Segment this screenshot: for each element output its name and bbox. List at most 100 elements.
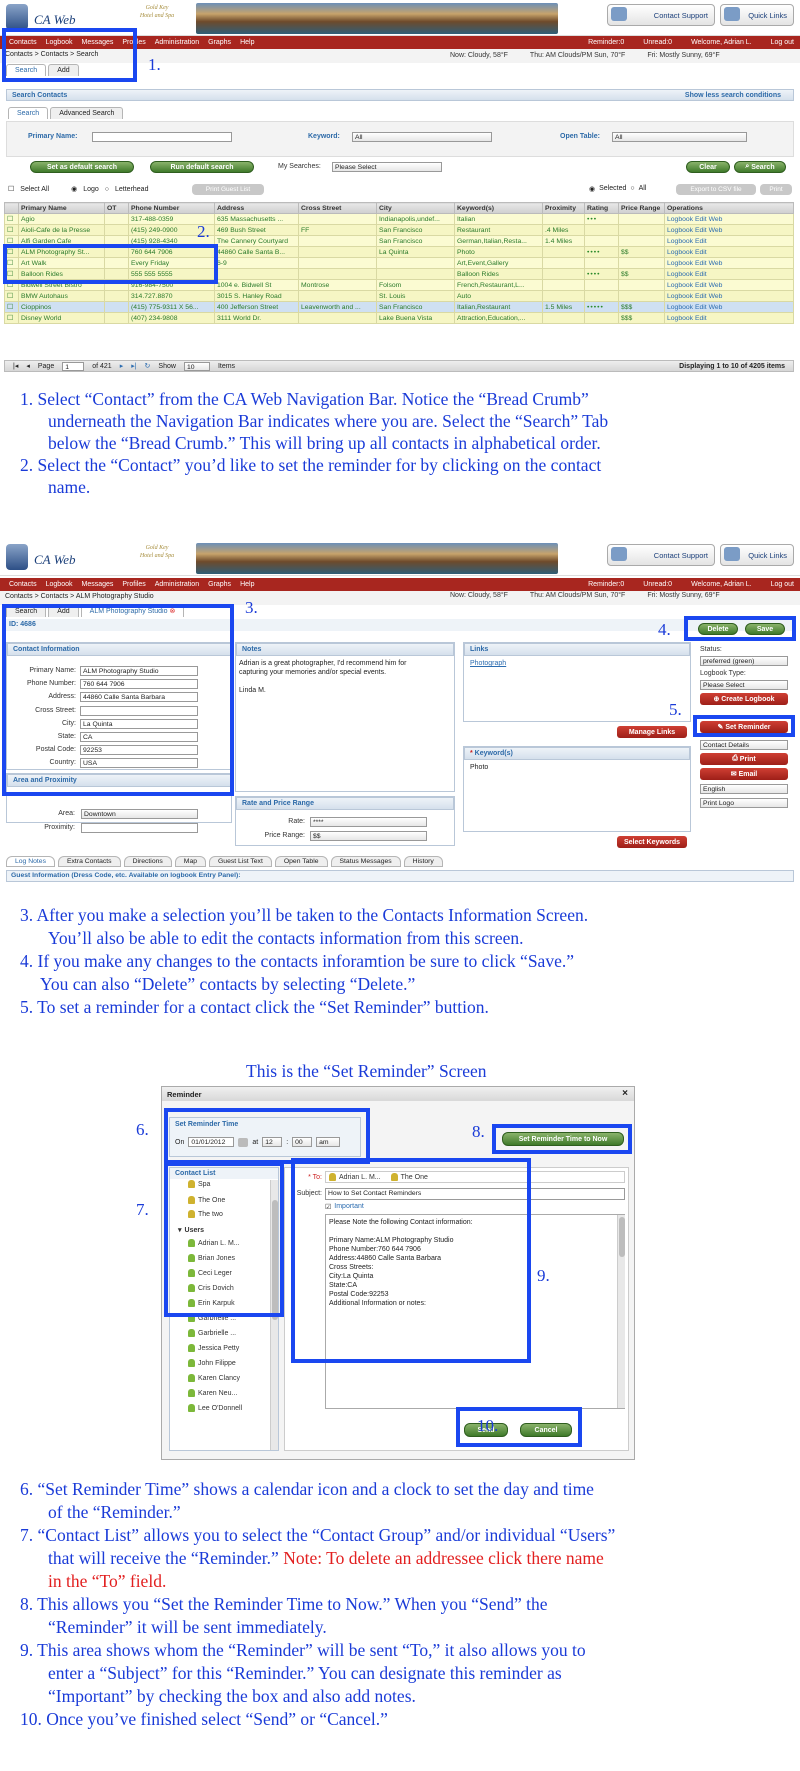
contact-user[interactable]: Garbrielle ... [188, 1329, 236, 1337]
my-searches-select[interactable]: Please Select [332, 162, 442, 172]
row-operations[interactable]: Logbook Edit Web [664, 213, 794, 225]
row-operations[interactable]: Logbook Edit [664, 235, 794, 247]
contact-user[interactable]: Karen Neu... [188, 1389, 237, 1397]
reminder-count[interactable]: Reminder:0 [588, 581, 624, 588]
print-button[interactable]: Print [760, 184, 792, 195]
create-logbook-button[interactable]: ⊕ Create Logbook [700, 693, 788, 705]
open-table-select[interactable]: All [612, 132, 747, 142]
contact-field-input[interactable]: USA [80, 758, 198, 769]
select-keywords-button[interactable]: Select Keywords [617, 836, 687, 848]
table-row[interactable]: ☐ Aioli-Cafe de la Presse (415) 249-0900 46… [4, 224, 794, 236]
area-select[interactable]: Downtown [81, 809, 198, 819]
logout-link[interactable]: Log out [771, 39, 794, 46]
page-input[interactable]: 1 [62, 361, 85, 371]
close-icon[interactable]: × [622, 1088, 628, 1099]
row-operations[interactable]: Logbook Edit Web [664, 279, 794, 291]
rate-select[interactable]: **** [310, 817, 427, 827]
col-keywords[interactable]: Keyword(s) [454, 202, 543, 214]
contact-name-link[interactable]: Agio [18, 213, 105, 225]
contact-name-link[interactable]: Disney World [18, 312, 105, 324]
nav-graphs[interactable]: Graphs [208, 39, 231, 46]
contact-user[interactable]: Karen Clancy [188, 1374, 240, 1382]
col-city[interactable]: City [376, 202, 455, 214]
nav-help[interactable]: Help [240, 39, 254, 46]
nav-profiles[interactable]: Profiles [122, 581, 145, 588]
nav-help[interactable]: Help [240, 581, 254, 588]
contact-support-button[interactable]: Contact Support [607, 544, 715, 566]
table-row[interactable]: ☐ Cioppinos (415) 775-9311 X 56... 400 Jeff… [4, 301, 794, 313]
prev-page-icon[interactable]: ◂ [26, 362, 30, 370]
body-scrollbar[interactable] [617, 1215, 625, 1408]
contact-support-button[interactable]: Contact Support [607, 4, 715, 26]
contact-name-link[interactable]: Aioli-Cafe de la Presse [18, 224, 105, 236]
row-operations[interactable]: Logbook Edit [664, 246, 794, 258]
nav-messages[interactable]: Messages [81, 581, 113, 588]
contact-name-link[interactable]: BMW Autohaus [18, 290, 105, 302]
row-operations[interactable]: Logbook Edit [664, 268, 794, 280]
row-operations[interactable]: Logbook Edit Web [664, 301, 794, 313]
contact-field-input[interactable]: La Quinta [80, 718, 198, 729]
notes-textarea[interactable]: Adrian is a great photographer, I'd reco… [236, 656, 454, 698]
run-default-search-button[interactable]: Run default search [150, 161, 254, 173]
export-csv-button[interactable]: Export to CSV file [676, 184, 756, 195]
row-operations[interactable]: Logbook Edit Web [664, 224, 794, 236]
search-button[interactable]: ⌕ Search [734, 161, 786, 173]
bottom-tab[interactable]: Map [174, 856, 207, 867]
col-address[interactable]: Address [214, 202, 299, 214]
proximity-input[interactable] [81, 823, 198, 833]
col-rating[interactable]: Rating [584, 202, 619, 214]
bottom-tab[interactable]: Status Messages [330, 856, 401, 867]
table-row[interactable]: ☐ Disney World (407) 234-9808 3111 World Dr… [4, 312, 794, 324]
contact-field-input[interactable]: 44860 Calle Santa Barbara [80, 692, 198, 703]
print-contact-button[interactable]: ⎙ Print [700, 753, 788, 765]
contact-user[interactable]: Lee O'Donnell [188, 1404, 242, 1412]
col-phone[interactable]: Phone Number [128, 202, 215, 214]
table-row[interactable]: ☐ BMW Autohaus 314.727.8870 3015 S. Hanley … [4, 290, 794, 302]
quick-links-button[interactable]: Quick Links [720, 4, 794, 26]
col-primary-name[interactable]: Primary Name [18, 202, 105, 214]
clear-button[interactable]: Clear [686, 161, 730, 173]
table-row[interactable]: ☐ Agio 317-488-0359 635 Massachusetts ... In… [4, 213, 794, 225]
contact-field-input[interactable]: 92253 [80, 745, 198, 756]
nav-graphs[interactable]: Graphs [208, 581, 231, 588]
unread-count[interactable]: Unread:0 [643, 581, 672, 588]
row-operations[interactable]: Logbook Edit [664, 312, 794, 324]
unread-count[interactable]: Unread:0 [643, 39, 672, 46]
refresh-icon[interactable]: ↻ [145, 362, 151, 370]
show-less-link[interactable]: Show less search conditions [685, 92, 781, 99]
nav-administration[interactable]: Administration [155, 39, 199, 46]
contact-field-input[interactable] [80, 705, 198, 716]
bottom-tab[interactable]: Log Notes [6, 856, 55, 867]
bottom-tab[interactable]: Guest List Text [209, 856, 272, 867]
reminder-count[interactable]: Reminder:0 [588, 39, 624, 46]
tab-basic-search[interactable]: Search [8, 107, 49, 119]
row-checkbox[interactable]: ☐ [4, 290, 19, 302]
set-default-search-button[interactable]: Set as default search [30, 161, 134, 173]
col-cross-street[interactable]: Cross Street [298, 202, 377, 214]
print-logo-select[interactable]: Print Logo [700, 798, 788, 808]
contact-name-link[interactable]: Cioppinos [18, 301, 105, 313]
contact-user[interactable]: Jessica Petty [188, 1344, 239, 1352]
page-size-select[interactable]: 10 [183, 361, 210, 371]
primary-name-input[interactable] [92, 132, 232, 142]
logbook-type-select[interactable]: Please Select [700, 680, 788, 690]
letterhead-radio[interactable]: ○ [105, 186, 109, 193]
keyword-select[interactable]: All [352, 132, 492, 142]
row-checkbox[interactable]: ☐ [4, 312, 19, 324]
row-checkbox[interactable]: ☐ [4, 213, 19, 225]
bottom-tab[interactable]: Directions [123, 856, 172, 867]
nav-administration[interactable]: Administration [155, 581, 199, 588]
next-page-icon[interactable]: ▸ [120, 362, 124, 370]
email-contact-button[interactable]: ✉ Email [700, 768, 788, 780]
nav-logbook[interactable]: Logbook [46, 581, 73, 588]
selected-radio[interactable]: ◉ [589, 185, 595, 193]
status-select[interactable]: preferred (green) [700, 656, 788, 666]
row-operations[interactable]: Logbook Edit Web [664, 257, 794, 269]
logout-link[interactable]: Log out [771, 581, 794, 588]
contact-field-input[interactable]: ALM Photography Studio [80, 666, 198, 676]
bottom-tab[interactable]: Extra Contacts [57, 856, 121, 867]
tab-advanced-search[interactable]: Advanced Search [50, 107, 124, 119]
col-proximity[interactable]: Proximity [542, 202, 585, 214]
link-item[interactable]: Photograph [464, 656, 690, 671]
quick-links-button[interactable]: Quick Links [720, 544, 794, 566]
